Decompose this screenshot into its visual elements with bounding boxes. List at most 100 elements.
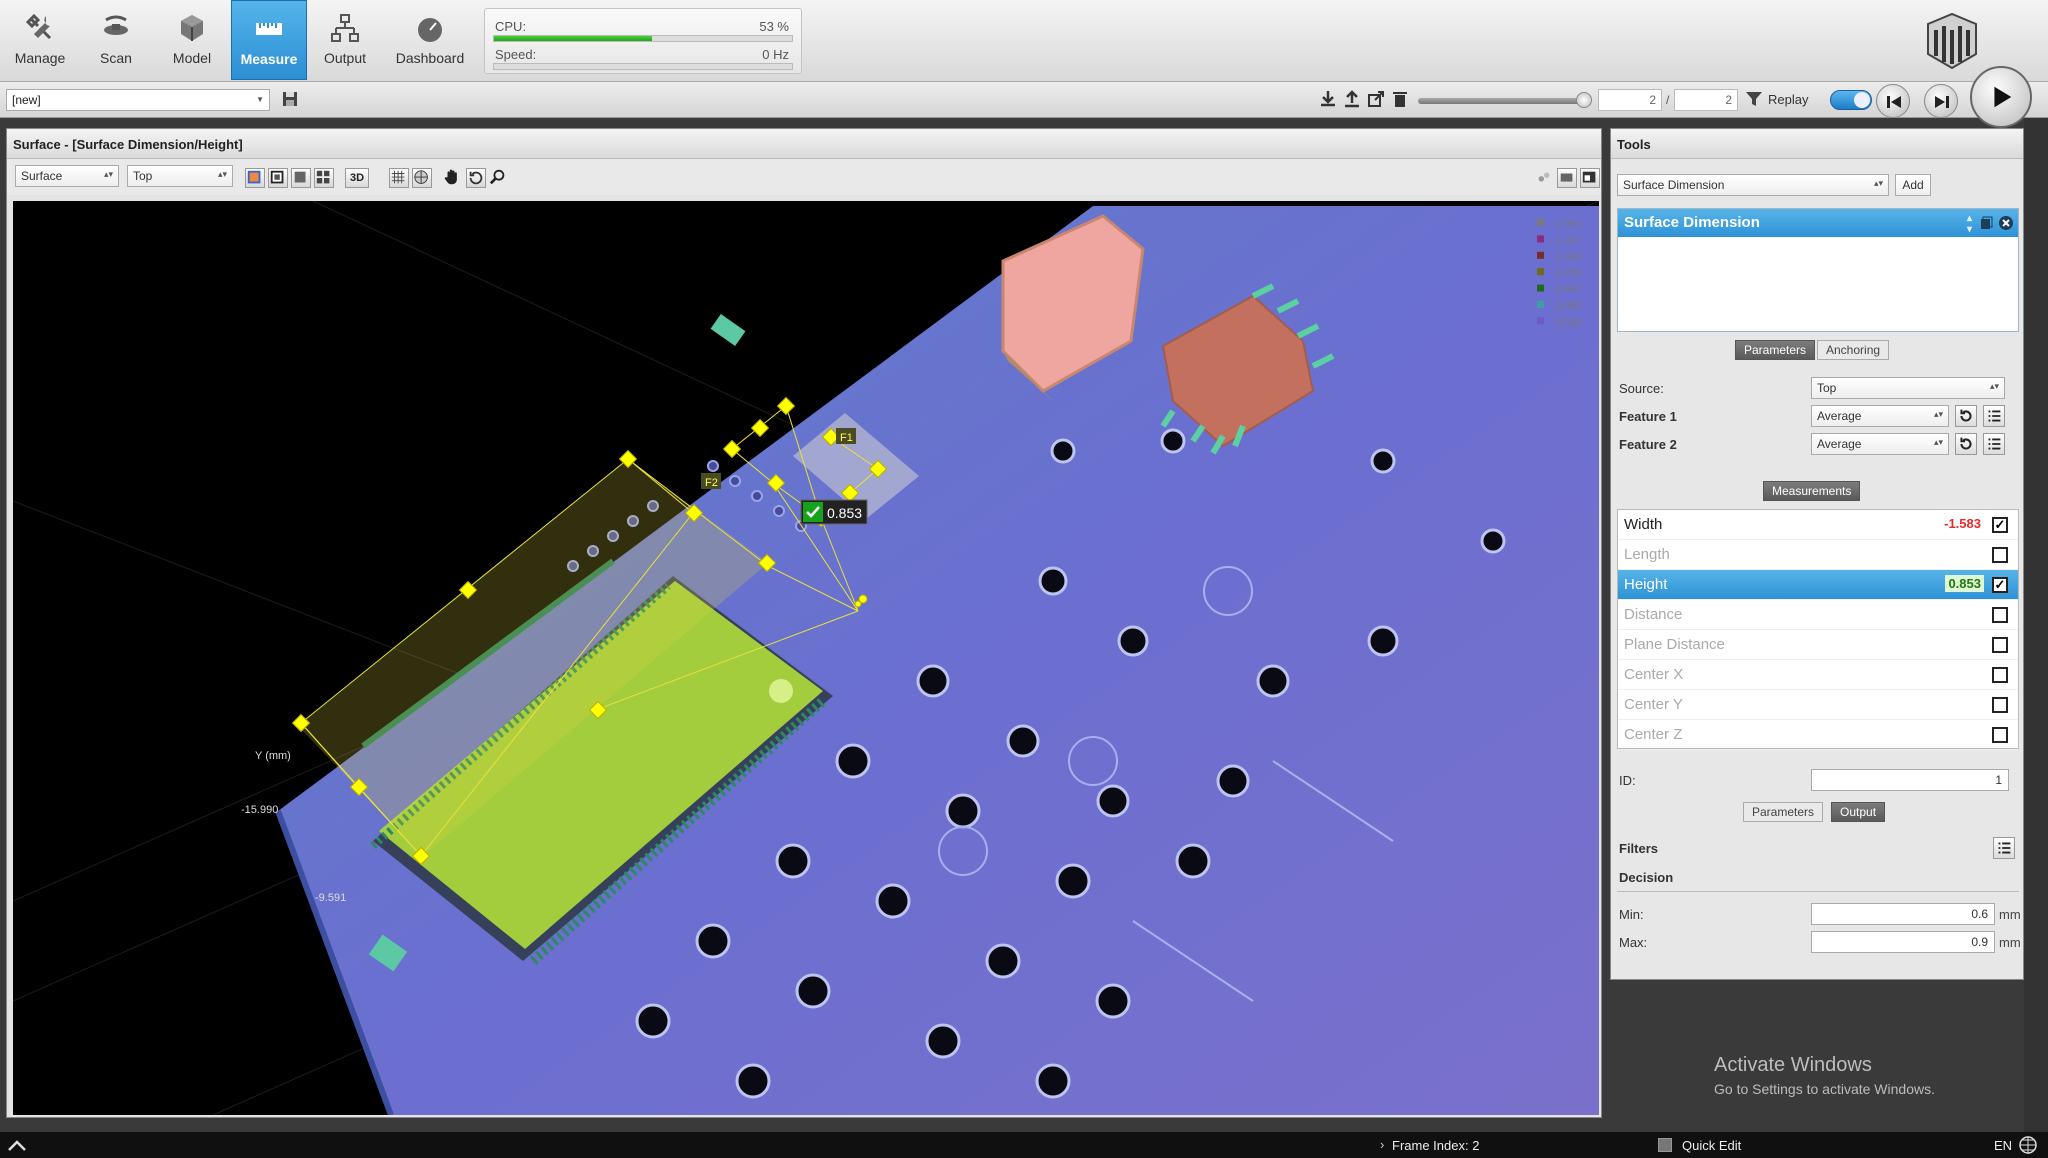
measurement-checkbox[interactable] <box>1992 637 2008 653</box>
view-select[interactable]: Top ▴▾ <box>127 165 233 187</box>
3d-view-button[interactable]: 3D <box>345 168 369 188</box>
reorder-icon[interactable]: ▴ ▾ <box>1967 213 1972 235</box>
measurement-checkbox[interactable] <box>1992 727 2008 743</box>
upload-icon[interactable] <box>1342 89 1362 109</box>
mesh-button[interactable] <box>389 168 409 188</box>
camera-view-button[interactable] <box>1557 168 1577 188</box>
feature2-select[interactable]: Average ▴▾ <box>1811 433 1949 455</box>
quick-edit-label: Quick Edit <box>1682 1138 1742 1153</box>
tool-card-header[interactable]: Surface Dimension ▴ ▾ <box>1618 209 2018 237</box>
window-layout-button[interactable] <box>1580 168 1600 188</box>
min-input[interactable]: 0.6 <box>1811 903 1995 925</box>
job-select-value: [new] <box>12 93 41 107</box>
measurement-row[interactable]: Length <box>1618 540 2018 570</box>
nav-model-button[interactable]: Model <box>154 0 230 80</box>
feature1-list-button[interactable] <box>1983 405 2005 427</box>
measurement-row[interactable]: Width -1.583 ✓ <box>1618 510 2018 540</box>
tool-type-select[interactable]: Surface Dimension ▴▾ <box>1617 174 1889 196</box>
list-icon <box>1988 410 2001 422</box>
split-view-button[interactable] <box>314 168 334 188</box>
feature2-value: Average <box>1817 437 1862 451</box>
measurement-name: Center Y <box>1624 696 1683 713</box>
3d-viewport[interactable]: F1 F2 0.853 Y (mm) -15.990 -9.591 -1.000… <box>13 201 1599 1115</box>
job-select[interactable]: [new] ▼ <box>6 89 270 111</box>
play-button[interactable] <box>1970 66 2032 128</box>
download-icon[interactable] <box>1318 89 1338 109</box>
frame-slider[interactable] <box>1418 92 1592 108</box>
legend-label: -3.500 <box>1553 317 1582 328</box>
data-source-select[interactable]: Surface ▴▾ <box>15 165 119 187</box>
chevron-up-icon[interactable] <box>6 1136 28 1154</box>
feature2-list-button[interactable] <box>1983 433 2005 455</box>
measurement-name: Height <box>1624 576 1668 593</box>
measurement-checkbox[interactable] <box>1992 667 2008 683</box>
nav-manage-button[interactable]: Manage <box>2 0 78 80</box>
quick-edit-checkbox[interactable] <box>1658 1138 1672 1152</box>
measurement-checkbox[interactable]: ✓ <box>1992 577 2008 593</box>
feature2-reset-button[interactable] <box>1955 433 1977 455</box>
nav-measure-button[interactable]: Measure <box>231 0 307 80</box>
legend-label: -3.083 <box>1553 301 1582 312</box>
heightmap-view-button[interactable] <box>245 168 265 188</box>
overlay-button[interactable] <box>1535 168 1555 188</box>
measurement-checkbox[interactable] <box>1992 547 2008 563</box>
grayscale-view-button[interactable] <box>291 168 311 188</box>
smd-component <box>710 314 746 346</box>
source-select[interactable]: Top ▴▾ <box>1811 377 2005 399</box>
tab2-parameters[interactable]: Parameters <box>1743 802 1824 822</box>
export-icon[interactable] <box>1366 89 1386 109</box>
nav-model-label: Model <box>172 50 212 66</box>
frame-current-input[interactable]: 2 <box>1598 89 1662 111</box>
filters-list-button[interactable] <box>1993 837 2015 859</box>
feature2-label: Feature 2 <box>1619 437 1677 452</box>
layers-icon <box>1538 172 1550 182</box>
trash-icon[interactable] <box>1390 89 1410 109</box>
zoom-tool-button[interactable] <box>489 168 509 188</box>
feature1-reset-button[interactable] <box>1955 405 1977 427</box>
legend-swatch <box>1537 219 1544 226</box>
job-toolbar: [new] ▼ 2 / 2 Replay <box>0 66 2048 128</box>
cpu-bar-fill <box>494 36 652 41</box>
filter-icon[interactable] <box>1744 89 1764 109</box>
legend-label: -2.250 <box>1553 268 1582 279</box>
feature1-label: Feature 1 <box>1619 409 1677 424</box>
previous-frame-button[interactable] <box>1876 84 1910 118</box>
measurement-checkbox[interactable] <box>1992 607 2008 623</box>
speed-value: 0 Hz <box>762 47 789 62</box>
measurement-name: Center Z <box>1624 726 1683 743</box>
main-toolbar: Manage Scan Model Measure Output Dashboa… <box>0 0 2048 82</box>
measurement-row[interactable]: Center X <box>1618 660 2018 690</box>
pan-tool-button[interactable] <box>443 168 463 188</box>
nav-scan-button[interactable]: Scan <box>78 0 154 80</box>
language-indicator[interactable]: EN <box>1994 1138 2012 1153</box>
rotate-tool-button[interactable] <box>466 168 486 188</box>
save-icon[interactable] <box>280 89 300 109</box>
measurement-checkbox[interactable] <box>1992 697 2008 713</box>
replay-toggle[interactable] <box>1830 90 1872 110</box>
frame-slider-handle[interactable] <box>1576 92 1592 108</box>
divider <box>1617 891 2019 892</box>
tab-anchoring[interactable]: Anchoring <box>1817 340 1890 360</box>
nav-output-button[interactable]: Output <box>307 0 383 80</box>
measurement-row[interactable]: Height 0.853 ✓ <box>1618 570 2018 600</box>
feature1-select[interactable]: Average ▴▾ <box>1811 405 1949 427</box>
lighting-button[interactable] <box>412 168 432 188</box>
tab-parameters[interactable]: Parameters <box>1735 340 1816 360</box>
nav-dashboard-button[interactable]: Dashboard <box>390 0 470 80</box>
feature2-tag-label: F2 <box>705 477 718 489</box>
tab2-output[interactable]: Output <box>1831 802 1886 822</box>
delete-icon[interactable] <box>1998 215 2014 231</box>
measurement-row[interactable]: Plane Distance <box>1618 630 2018 660</box>
id-input[interactable]: 1 <box>1811 769 2009 791</box>
measurement-checkbox[interactable]: ✓ <box>1992 517 2008 533</box>
globe-icon[interactable] <box>2018 1135 2038 1155</box>
copy-icon[interactable] <box>1978 215 1994 231</box>
measurement-row[interactable]: Center Z <box>1618 720 2018 750</box>
next-frame-button[interactable] <box>1924 84 1958 118</box>
max-input[interactable]: 0.9 <box>1811 931 1995 953</box>
measurement-row[interactable]: Distance <box>1618 600 2018 630</box>
add-tool-button[interactable]: Add <box>1895 174 1931 196</box>
chevron-right-icon[interactable]: › <box>1380 1137 1384 1152</box>
intensity-view-button[interactable] <box>268 168 288 188</box>
measurement-row[interactable]: Center Y <box>1618 690 2018 720</box>
